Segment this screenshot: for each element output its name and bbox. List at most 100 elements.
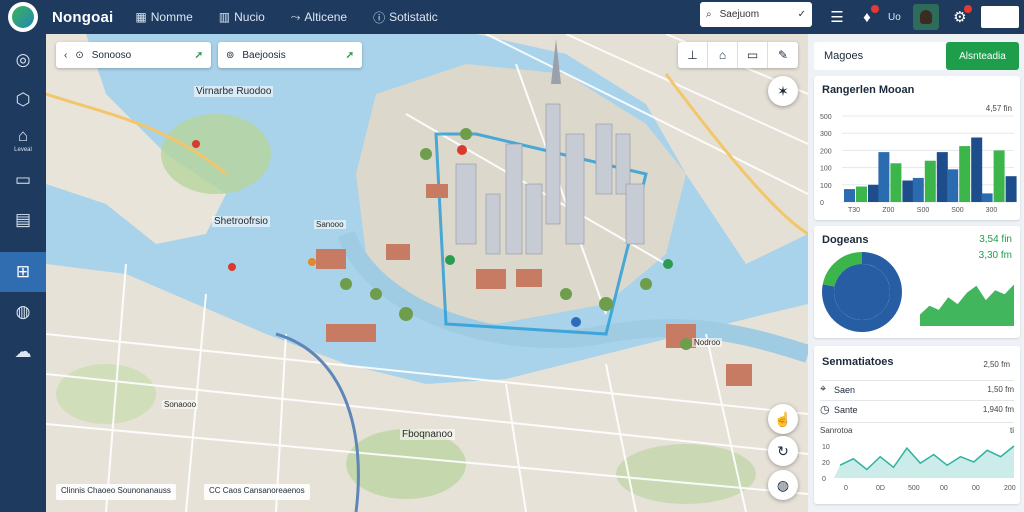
nav-item-4[interactable]: ⓘ Sotistatic — [373, 9, 438, 26]
globe-icon: ◍ — [15, 302, 31, 321]
bar — [868, 184, 879, 202]
y-tick-label: 500 — [820, 114, 832, 121]
north-arrow-icon: ✶ — [777, 82, 789, 99]
layers-button[interactable]: ◍ — [768, 470, 798, 500]
map-label-north: Virnarbe Ruodoo — [194, 86, 274, 97]
bar — [912, 177, 924, 202]
folder-icon: ▭ — [14, 170, 32, 189]
x-tick-label: 200 — [1004, 485, 1016, 492]
y-tick-label: 10 — [822, 444, 830, 451]
donut-card: Dogeans 3,54 fin 3,30 fm — [814, 226, 1020, 338]
bar — [844, 189, 855, 202]
route-icon: ⤳ — [290, 9, 301, 24]
y-tick-label: 100 — [820, 166, 832, 173]
sidebar-item-compass[interactable]: ◎ — [0, 40, 46, 80]
table-icon: ⊞ — [15, 262, 31, 281]
donut-chart — [822, 252, 1014, 332]
bar-chart: 0 100 100 200 300 500 T30 Z00 S00 S00 300 — [820, 114, 1017, 214]
bar — [1005, 176, 1017, 202]
nav-item-3[interactable]: ⤳ Alticene — [291, 9, 347, 26]
map-label-street-a: Sanooo — [314, 220, 346, 229]
y-tick-label: 300 — [820, 131, 832, 138]
notification-icon[interactable]: ♦ — [858, 5, 879, 26]
profile-menu[interactable] — [980, 6, 1019, 28]
x-tick-label: 00 — [940, 485, 948, 492]
locate-button[interactable]: ☝ — [768, 404, 798, 434]
y-tick-label: 200 — [820, 148, 832, 155]
y-tick-label: 0 — [820, 200, 824, 207]
window-icon[interactable]: ▭ — [738, 42, 768, 68]
sidebar-item-document[interactable]: ▤ — [0, 200, 46, 240]
x-tick-label: 300 — [986, 207, 998, 214]
menu-icon[interactable]: ☰ — [828, 8, 846, 26]
bar-chart-card: Rangerlen Mooan 4,57 fin 0 100 100 200 300 50… — [814, 76, 1020, 220]
bar — [936, 152, 948, 202]
back-icon[interactable]: ‹ — [64, 50, 67, 61]
x-tick-label: 00 — [972, 485, 980, 492]
sidebar-item-layers[interactable]: ⬡ — [0, 80, 46, 120]
settings-icon[interactable]: ⚙ — [951, 5, 972, 26]
compass-icon: ◎ — [15, 50, 31, 69]
map-attribution-left: Clinnis Chaoeo Sounonanauss — [56, 484, 176, 500]
globe-icon: ◍ — [776, 476, 790, 493]
bar — [947, 169, 959, 202]
x-tick-label: Z00 — [882, 207, 894, 214]
x-tick-label: 0D — [876, 485, 885, 492]
line-chart: 102000 0D 500 00 00 200 — [822, 444, 1016, 492]
layers-icon: ⬡ — [15, 90, 31, 109]
bar — [890, 163, 902, 202]
settings-badge — [963, 5, 972, 13]
ruler-icon[interactable]: ⊥ — [678, 42, 708, 68]
bar — [981, 193, 993, 202]
x-tick-label: T30 — [848, 207, 860, 214]
map-label-west: Shetroofrsio — [212, 216, 270, 227]
nav-item-1[interactable]: ▦ Nomme — [135, 9, 192, 26]
search-icon: ⌕ — [706, 9, 712, 20]
search-input[interactable]: ⌕ Saejuom ✓ — [700, 2, 812, 27]
sidebar-item-folder[interactable]: ▭ — [0, 160, 46, 200]
edit-icon[interactable]: ✎ — [768, 42, 798, 68]
bar — [924, 160, 936, 202]
top-nav: ▦ Nomme ▥ Nucio ⤳ Alticene ⓘ Sotistatic — [135, 9, 437, 26]
map-toolbar: ⊥ ⌂ ▭ ✎ — [678, 42, 798, 68]
route-origin-field[interactable]: ‹ ⊙ Sonooso ➚ — [56, 42, 211, 68]
camera-icon[interactable]: ⌂ — [708, 42, 738, 68]
sidebar-item-cloud[interactable]: ☁ — [0, 332, 46, 372]
rotate-button[interactable]: ↻ — [768, 436, 798, 466]
sidebar-item-home[interactable]: ⌂ Leveal — [0, 120, 46, 160]
map-attribution-right: CC Caos Cansanoreaenos — [204, 484, 310, 500]
x-tick-label: 500 — [908, 485, 920, 492]
map-label-south: Fboqnanoo — [400, 429, 455, 440]
bar — [971, 137, 983, 202]
document-icon: ▤ — [14, 210, 32, 229]
bar — [993, 150, 1005, 202]
notification-badge — [871, 5, 879, 13]
panel-action-button[interactable]: Alsnteadia — [946, 42, 1019, 70]
avatar[interactable] — [912, 4, 939, 30]
y-tick-label: 20 — [822, 460, 830, 467]
y-tick-label: 100 — [820, 183, 832, 190]
compass-button[interactable]: ✶ — [768, 76, 798, 106]
nav-item-2[interactable]: ▥ Nucio — [219, 9, 265, 26]
y-tick-label: 0 — [822, 476, 826, 483]
confirm-icon[interactable]: ✓ — [798, 9, 806, 20]
x-tick-label: S00 — [951, 207, 964, 214]
map-label-street-b: Sonaooo — [162, 400, 199, 409]
app-logo[interactable] — [8, 2, 38, 32]
arrow-icon: ➚ — [194, 49, 203, 61]
top-bar: Nongoai ▦ Nomme ▥ Nucio ⤳ Alticene ⓘ Sotista… — [0, 0, 1024, 34]
sidebar: ◎ ⬡ ⌂ Leveal ▭ ▤ ⊞ ◍ ☁ — [0, 34, 46, 512]
sidebar-item-globe[interactable]: ◍ — [0, 292, 46, 332]
brand-name: Nongoai — [52, 8, 114, 26]
area-series — [920, 284, 1014, 326]
route-destination-field[interactable]: ⊚ Baejoosis ➚ — [218, 42, 362, 68]
map-view[interactable]: ‹ ⊙ Sonooso ➚ ⊚ Baejoosis ➚ ⊥ ⌂ ▭ ✎ ✶ ☝ … — [46, 34, 808, 512]
location-icon: ⊚ — [226, 49, 235, 61]
sidebar-item-table[interactable]: ⊞ — [0, 252, 46, 292]
home-icon: ⌂ — [17, 126, 29, 145]
map-label-street-c: Nodroo — [692, 338, 723, 347]
info-icon: ⓘ — [373, 10, 386, 25]
grid-icon: ▦ — [135, 10, 147, 24]
donut-center — [834, 264, 890, 320]
x-tick-label: 0 — [844, 485, 848, 492]
